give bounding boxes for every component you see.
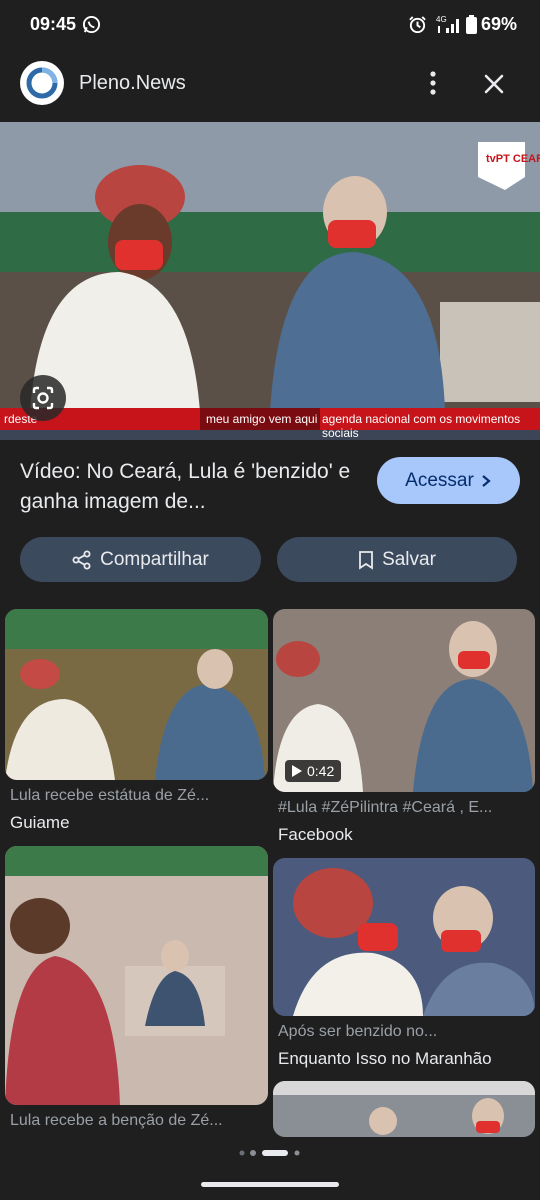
result-title[interactable]: Vídeo: No Ceará, Lula é 'benzido' e ganh… bbox=[20, 457, 360, 517]
share-button[interactable]: Compartilhar bbox=[20, 537, 261, 582]
related-image-5-picture bbox=[273, 1081, 535, 1137]
close-icon[interactable] bbox=[478, 68, 510, 100]
ticker-middle: meu amigo vem aqui bbox=[206, 412, 318, 426]
related-image-3-picture bbox=[5, 846, 268, 1105]
battery-percent: 69% bbox=[481, 14, 518, 34]
site-logo[interactable] bbox=[20, 61, 64, 105]
gesture-home-bar[interactable] bbox=[201, 1182, 339, 1187]
related-4-source[interactable]: Enquanto Isso no Maranhão bbox=[278, 1049, 492, 1069]
status-bar: 09:45 4G 69% bbox=[0, 0, 540, 50]
more-options-icon[interactable] bbox=[418, 68, 448, 98]
save-label: Salvar bbox=[382, 548, 436, 570]
related-2-caption[interactable]: #Lula #ZéPilintra #Ceará , E... bbox=[278, 799, 533, 817]
pleno-news-logo-icon bbox=[26, 67, 58, 99]
related-image-4[interactable] bbox=[273, 858, 535, 1016]
access-label: Acessar bbox=[405, 469, 474, 491]
carousel-page-indicator bbox=[239, 1150, 300, 1156]
video-duration-badge: 0:42 bbox=[285, 760, 342, 782]
lens-camera-icon bbox=[32, 386, 54, 410]
related-image-5[interactable] bbox=[273, 1081, 535, 1137]
related-4-caption[interactable]: Após ser benzido no... bbox=[278, 1023, 533, 1041]
related-1-source[interactable]: Guiame bbox=[10, 813, 70, 833]
news-ticker: rdeste meu amigo vem aqui agenda naciona… bbox=[0, 408, 540, 440]
chevron-right-icon bbox=[482, 474, 491, 487]
related-1-caption[interactable]: Lula recebe estátua de Zé... bbox=[10, 787, 265, 805]
related-image-1-picture bbox=[5, 609, 268, 780]
site-name[interactable]: Pleno.News bbox=[79, 72, 186, 95]
channel-logo: tvPT CEARÁ bbox=[486, 152, 540, 165]
battery-icon bbox=[466, 15, 477, 34]
network-label: 4G bbox=[436, 15, 447, 24]
related-image-3[interactable] bbox=[5, 846, 268, 1105]
status-time: 09:45 bbox=[30, 14, 77, 34]
access-button[interactable]: Acessar bbox=[377, 457, 520, 504]
video-scene-illustration: tvPT CEARÁ bbox=[0, 122, 540, 440]
related-image-4-picture bbox=[273, 858, 535, 1016]
related-3-caption[interactable]: Lula recebe a benção de Zé... bbox=[10, 1112, 265, 1130]
share-icon bbox=[72, 550, 91, 569]
save-button[interactable]: Salvar bbox=[277, 537, 517, 582]
related-image-1[interactable] bbox=[5, 609, 268, 780]
ticker-right: agenda nacional com os movimentos sociai… bbox=[322, 412, 521, 440]
app-header: Pleno.News bbox=[0, 50, 540, 118]
whatsapp-icon bbox=[82, 15, 101, 34]
google-lens-button[interactable] bbox=[20, 375, 66, 421]
related-2-source[interactable]: Facebook bbox=[278, 825, 353, 845]
signal-icon: 4G bbox=[436, 15, 459, 33]
related-video-2[interactable]: 0:42 bbox=[273, 609, 535, 792]
video-preview-image[interactable]: tvPT CEARÁ rdeste meu amigo vem aqui age… bbox=[0, 122, 540, 440]
alarm-icon bbox=[409, 16, 426, 34]
share-label: Compartilhar bbox=[100, 548, 209, 570]
bookmark-icon bbox=[359, 550, 373, 570]
video-duration: 0:42 bbox=[307, 763, 335, 779]
play-icon bbox=[292, 765, 302, 777]
